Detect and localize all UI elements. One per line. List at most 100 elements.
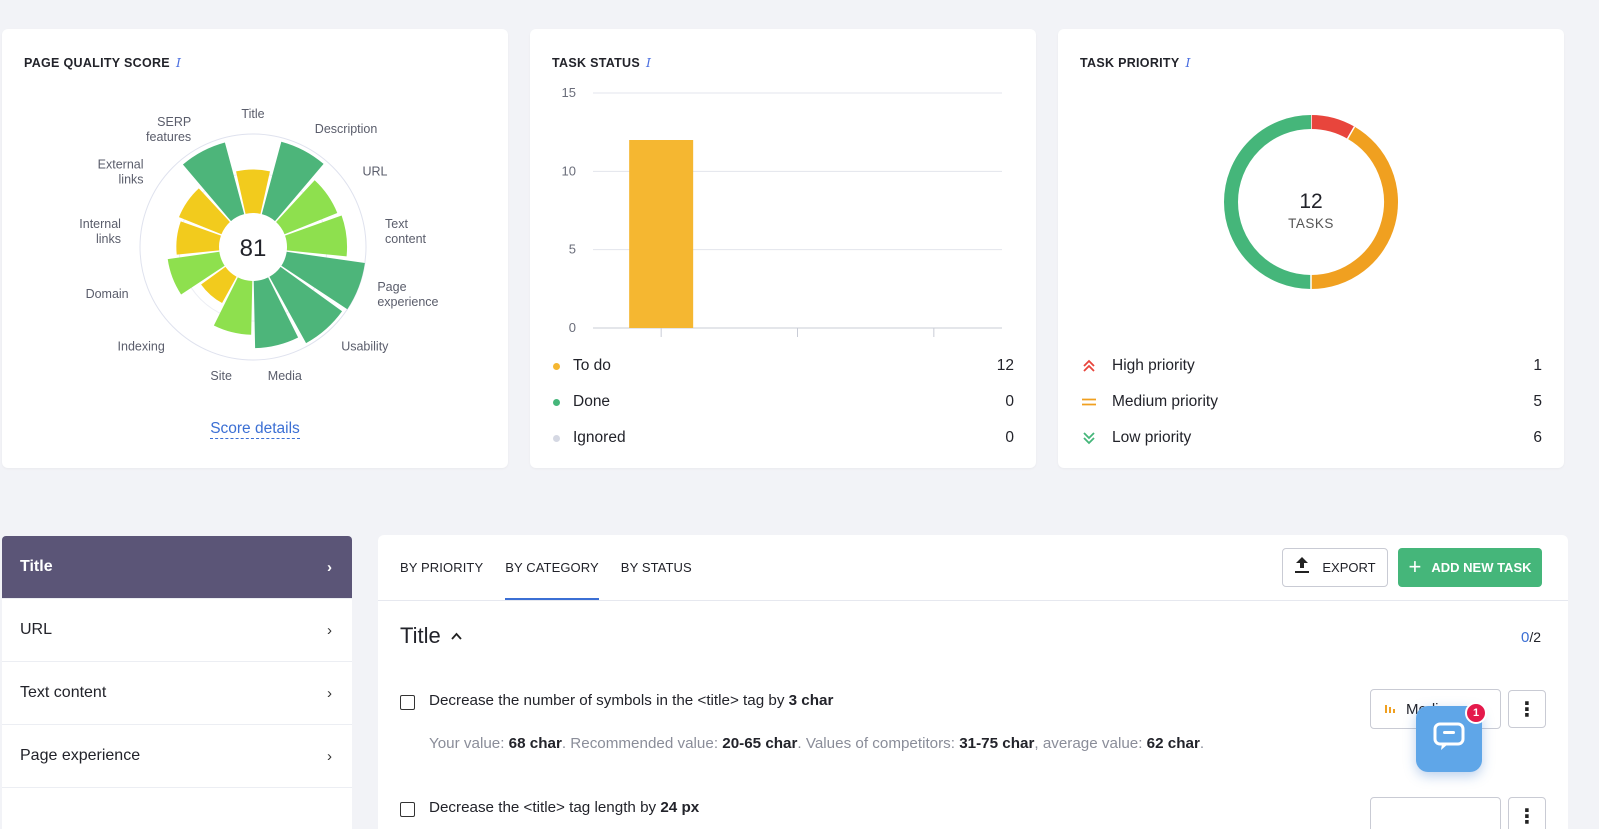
task-status-legend: To do 12 Done 0 Ignored 0	[552, 348, 1014, 456]
add-new-task-button[interactable]: + ADD NEW TASK	[1398, 548, 1542, 587]
legend-label: High priority	[1112, 357, 1195, 374]
done-dot	[553, 398, 560, 406]
export-label: EXPORT	[1322, 560, 1376, 575]
legend-value: 6	[1533, 429, 1542, 446]
bar-to-do	[629, 140, 694, 328]
donut-center-label: TASKS	[1288, 216, 1334, 231]
ignored-dot	[553, 434, 560, 442]
legend-label: Low priority	[1112, 429, 1192, 446]
donut-center-value: 12	[1299, 190, 1322, 213]
y-tick-label: 10	[562, 163, 576, 178]
y-tick-label: 15	[562, 85, 576, 100]
tabs-divider	[378, 600, 1568, 601]
priority-bars-icon	[1385, 702, 1396, 716]
task-priority-legend: High priority 1 Medium priority 5 Low pr…	[1080, 348, 1542, 456]
detail-label: . Values of competitors:	[797, 735, 960, 752]
sidebar-item-next[interactable]	[2, 788, 352, 829]
double-chevron-down-icon	[1080, 431, 1098, 445]
chat-notification-badge: 1	[1465, 702, 1487, 724]
chevron-right-icon: ›	[327, 684, 332, 702]
legend-label: Medium priority	[1112, 393, 1218, 410]
legend-label: To do	[573, 357, 611, 374]
radial-segment-label: Page experience	[377, 280, 438, 309]
radial-segment-label: Site	[210, 369, 232, 383]
tab-by-category[interactable]: BY CATEGORY	[505, 535, 599, 600]
radial-segment-label: Internal links	[79, 217, 121, 246]
more-options-button[interactable]: ⋮	[1508, 690, 1546, 728]
legend-value: 1	[1533, 357, 1542, 374]
y-tick-label: 5	[569, 242, 576, 257]
legend-value: 0	[1005, 393, 1014, 410]
legend-row-todo: To do 12	[552, 348, 1014, 384]
legend-row-ignored: Ignored 0	[552, 420, 1014, 456]
legend-value: 5	[1533, 393, 1542, 410]
task-text-bold: 24 px	[660, 799, 700, 816]
tab-by-status[interactable]: BY STATUS	[621, 535, 692, 600]
y-tick-label: 0	[569, 320, 576, 335]
radial-segment-label: External links	[98, 157, 144, 186]
detail-value: 20-65 char	[722, 735, 798, 752]
radial-segment-label: Usability	[341, 340, 389, 354]
sidebar-item-label: URL	[20, 621, 53, 638]
radial-segment-label: Media	[268, 369, 302, 383]
task-checkbox[interactable]	[400, 802, 415, 817]
task-status-bar-chart: 0 5 10 15	[562, 85, 1002, 337]
chevron-right-icon: ›	[327, 747, 332, 765]
sidebar-item-page-experience[interactable]: Page experience ›	[2, 725, 352, 788]
page-quality-card: PAGE QUALITY SCORE i Title Description URL T…	[2, 29, 508, 468]
legend-label: Done	[573, 393, 611, 410]
task-text-bold: 3 char	[788, 692, 834, 709]
score-value: 81	[240, 235, 267, 262]
chat-bubble-icon	[1432, 721, 1466, 758]
legend-row-medium: Medium priority 5	[1080, 384, 1542, 420]
sidebar-item-label: Text content	[20, 684, 107, 701]
equals-icon	[1080, 395, 1098, 409]
priority-select-button[interactable]	[1370, 797, 1501, 829]
task-counter: 0/2	[1521, 629, 1541, 646]
legend-value: 0	[1005, 429, 1014, 446]
task-text: Decrease the <title> tag length by 24 px	[429, 799, 699, 816]
plus-icon: +	[1408, 553, 1422, 579]
radial-segment-label: Title	[241, 107, 264, 121]
task-text-main: Decrease the number of symbols in the <t…	[429, 692, 789, 709]
task-text: Decrease the number of symbols in the <t…	[429, 692, 833, 709]
tasks-tabs: BY PRIORITY BY CATEGORY BY STATUS	[400, 535, 714, 600]
double-chevron-up-icon	[1080, 359, 1098, 373]
todo-dot	[553, 362, 560, 370]
vertical-dots-icon: ⋮	[1517, 698, 1537, 721]
export-button[interactable]: EXPORT	[1282, 548, 1388, 587]
legend-value: 12	[996, 357, 1014, 374]
sidebar-item-text-content[interactable]: Text content ›	[2, 662, 352, 725]
donut-slice-medium-priority	[1310, 126, 1398, 289]
detail-end: .	[1199, 735, 1205, 752]
legend-label: Ignored	[573, 429, 626, 446]
sidebar-item-url[interactable]: URL ›	[2, 599, 352, 662]
radial-segment-label: Indexing	[118, 340, 165, 354]
chevron-right-icon: ›	[327, 558, 332, 576]
chevron-up-icon	[451, 629, 462, 643]
tab-by-priority[interactable]: BY PRIORITY	[400, 535, 483, 600]
radial-segment-label: Text content	[385, 217, 427, 246]
sidebar-item-title[interactable]: Title ›	[2, 536, 352, 599]
legend-row-done: Done 0	[552, 384, 1014, 420]
task-priority-donut-chart: 12 TASKS	[1224, 115, 1398, 289]
score-details-link[interactable]: Score details	[210, 420, 300, 439]
chevron-right-icon: ›	[327, 621, 332, 639]
detail-value: 68 char	[508, 735, 562, 752]
section-title[interactable]: Title	[400, 623, 462, 649]
task-priority-card: TASK PRIORITY i 12 TASKS High priority 1 …	[1058, 29, 1564, 468]
task-checkbox[interactable]	[400, 695, 415, 710]
legend-row-high: High priority 1	[1080, 348, 1542, 384]
detail-label: . Recommended value:	[561, 735, 723, 752]
sidebar-item-label: Page experience	[20, 747, 141, 764]
radial-segment-label: Domain	[86, 287, 129, 301]
task-details: Your value: 68 char. Recommended value: …	[429, 735, 1204, 752]
vertical-dots-icon: ⋮	[1517, 805, 1537, 828]
upload-icon	[1294, 556, 1310, 579]
counter-total: /2	[1529, 629, 1541, 645]
more-options-button[interactable]: ⋮	[1508, 797, 1546, 829]
detail-label: , average value:	[1034, 735, 1147, 752]
add-new-task-label: ADD NEW TASK	[1431, 560, 1532, 575]
category-sidebar: Title › URL › Text content › Page experi…	[2, 536, 352, 829]
radial-segment-label: URL	[362, 164, 387, 178]
